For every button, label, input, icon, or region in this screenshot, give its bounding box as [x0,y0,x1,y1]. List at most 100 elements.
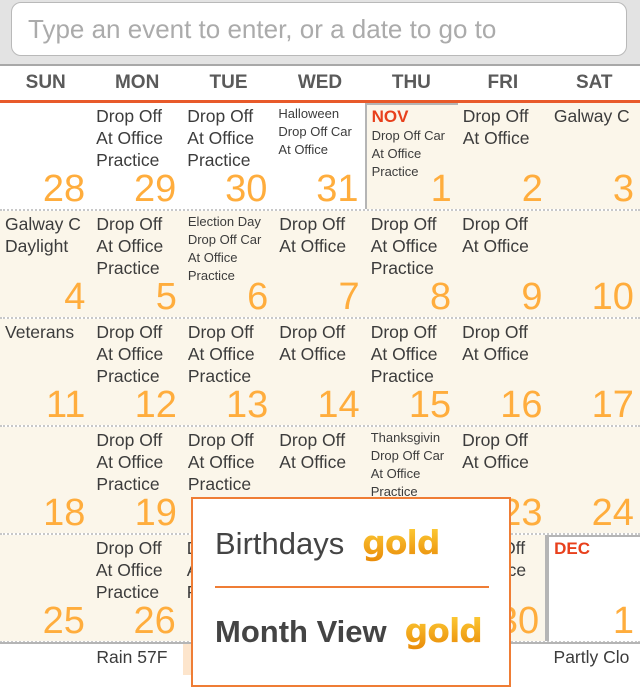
day-cell[interactable]: Drop Off At Office Practice 8 [365,211,458,317]
day-number: 31 [316,168,359,209]
day-number: 29 [134,168,177,209]
day-cell[interactable]: Drop Off At Office Practice 13 [182,319,275,425]
day-cell[interactable]: Drop Off At Office 14 [274,319,366,425]
weekday-mon: MON [114,72,160,93]
day-events: Drop Off At Office [279,429,365,473]
view-menu-popup: Birthdays gold Month View gold [191,497,511,687]
preview-cell[interactable]: Rain 57F [91,644,182,675]
event-text: Drop Off At Office [462,106,530,148]
day-cell[interactable]: Galway C 3 [548,103,640,209]
event-text: Drop Off At Office [279,214,347,256]
day-number: 18 [43,492,86,533]
day-number: 12 [134,384,177,425]
day-events: Drop Off At Office Practice [96,537,182,603]
top-bar [0,0,640,66]
event-text: Drop Off At Office Practice [370,322,438,386]
day-number: 9 [521,276,543,317]
day-number: 8 [429,276,452,317]
day-cell[interactable]: Drop Off At Office 7 [274,211,366,317]
event-text: Drop Off At Office Practice [96,106,163,170]
day-number: 1 [430,168,452,209]
preview-cell[interactable]: Partly Clo [549,644,640,675]
day-number: 5 [155,276,177,317]
day-number: 11 [45,384,86,425]
weekday-sun: SUN [25,72,66,93]
day-number: 10 [591,276,634,317]
day-cell[interactable]: Drop Off At Office Practice 12 [91,319,183,425]
day-number: 4 [64,276,86,317]
day-events: Drop Off At Office Practice [188,321,274,387]
preview-cell[interactable] [0,644,91,675]
day-number: 28 [42,168,86,209]
day-number: 3 [612,168,634,209]
event-text: Drop Off At Office Practice [370,214,438,278]
day-events: Drop Off At Office Practice [96,321,182,387]
day-events: Drop Off At Office Practice [187,105,273,171]
day-events: Drop Off At Office Practice [371,321,457,387]
event-text: Drop Off At Office Practice [96,214,164,278]
day-cell[interactable]: Drop Off At Office Practice 29 [91,103,183,209]
day-cell[interactable]: Drop Off At Office Practice 15 [365,319,458,425]
day-cell[interactable]: 10 [548,211,640,317]
day-events: Halloween Drop Off Car At Office [278,105,364,159]
day-events: Drop Off At Office [279,213,365,257]
day-cell[interactable]: Veterans 11 [0,319,92,425]
day-number: 7 [338,276,360,317]
event-text: Drop Off At Office Practice [96,322,164,386]
weekday-sat: SAT [575,72,613,93]
gold-badge: gold [362,523,440,562]
day-number: 16 [500,384,543,425]
day-events: Drop Off At Office [462,429,548,473]
menu-item-birthdays[interactable]: Birthdays gold [215,523,440,562]
day-cell[interactable]: Drop Off At Office 2 [457,103,549,209]
day-cell[interactable]: 24 [548,427,640,533]
event-text: Halloween Drop Off Car At Office [278,106,352,157]
event-text: Drop Off At Office [462,322,529,364]
event-text: Drop Off At Office [279,322,347,364]
day-number: 14 [317,384,360,425]
day-number: 1 [612,600,635,641]
day-events: Drop Off At Office Practice [96,213,182,279]
day-events: Drop Off At Office [463,105,549,149]
day-cell[interactable]: DEC 1 [547,535,640,641]
day-events: Drop Off At Office Practice [188,429,274,495]
day-cell[interactable]: Drop Off At Office Practice 30 [182,103,274,209]
day-cell[interactable]: Drop Off At Office Practice 26 [90,535,182,641]
week-row: Galway C Daylight 4 Drop Off At Office Pra… [0,211,640,319]
weekday-tue: TUE [209,72,248,93]
day-events: DEC [554,539,640,559]
day-cell[interactable]: Drop Off At Office Practice 5 [91,211,183,317]
day-cell[interactable]: Drop Off At Office 16 [457,319,549,425]
day-cell[interactable]: Drop Off At Office 9 [457,211,549,317]
week-row: 28 Drop Off At Office Practice 29 Drop Off … [0,103,640,211]
day-number: 6 [247,276,269,317]
event-text: Drop Off At Office [462,214,529,256]
day-cell[interactable]: 25 [0,535,91,641]
day-cell[interactable]: 18 [0,427,92,533]
day-number: 26 [133,600,176,641]
day-number: 24 [591,492,634,533]
menu-item-month-view[interactable]: Month View gold [215,611,483,650]
event-text: Election Day Drop Off Car At Office Prac… [187,214,262,283]
day-events: Drop Off At Office Practice [96,105,182,171]
month-label: NOV [371,107,409,126]
event-text: Veterans [5,322,75,342]
day-cell[interactable]: Galway C Daylight 4 [0,211,92,317]
weekday-fri: FRI [487,72,519,93]
day-cell[interactable]: 17 [548,319,640,425]
weekday-thu: THU [391,72,431,93]
day-number: 13 [225,384,269,425]
event-text: Drop Off At Office Practice [187,430,255,494]
weekday-wed: WED [297,72,343,93]
day-events: Drop Off At Office [462,213,548,257]
day-number: 25 [42,600,85,641]
day-cell[interactable]: 28 [0,103,92,209]
day-cell[interactable]: NOV Drop Off Car At Office Practice 1 [364,103,458,209]
day-cell[interactable]: Election Day Drop Off Car At Office Prac… [182,211,275,317]
menu-divider [215,586,489,588]
weekday-header: SUN MON TUE WED THU FRI SAT [0,66,640,100]
day-cell[interactable]: Drop Off At Office Practice 19 [91,427,183,533]
event-text: Galway C [553,106,630,126]
day-cell[interactable]: Halloween Drop Off Car At Office 31 [273,103,365,209]
event-search-input[interactable] [11,2,627,56]
